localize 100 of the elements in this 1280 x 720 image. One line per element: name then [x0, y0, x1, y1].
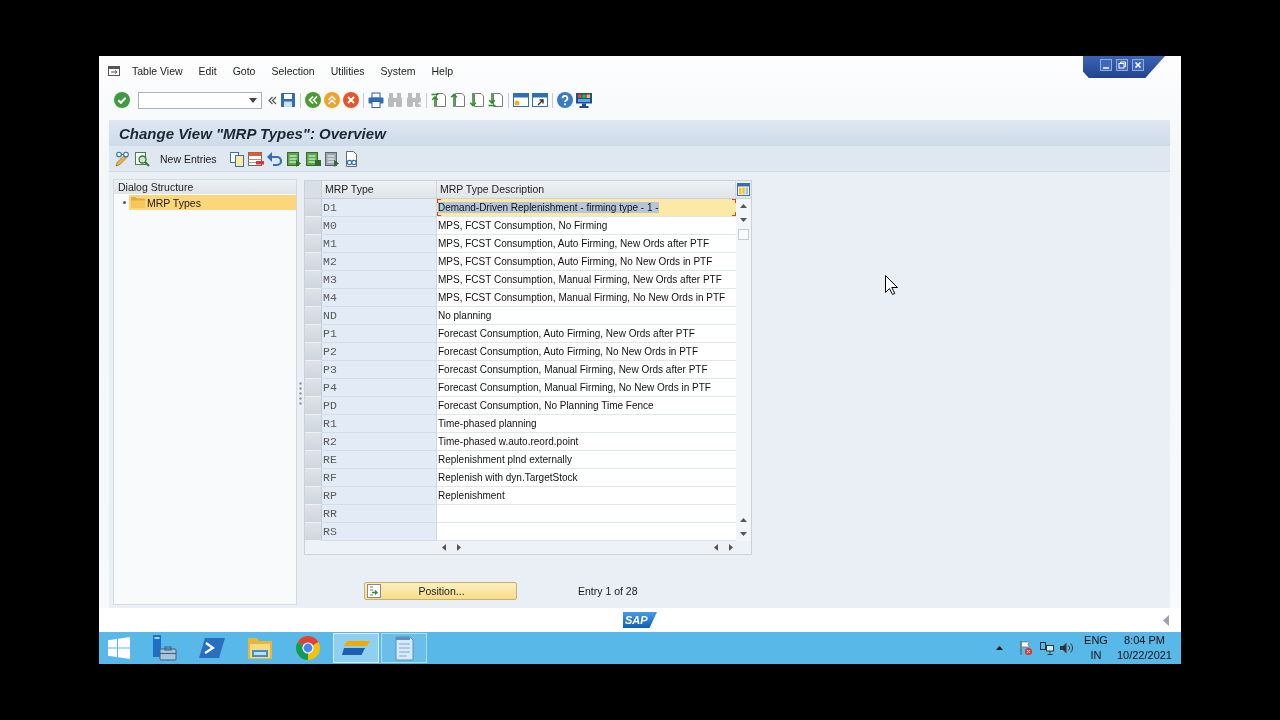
double-chevron-icon[interactable] — [268, 95, 277, 105]
description-field[interactable]: Demand-Driven Replenishment - firming type - 1 - — [437, 199, 736, 217]
page-title: Change View "MRP Types": Overview — [119, 124, 386, 142]
printer-icon[interactable] — [368, 92, 384, 108]
column-header[interactable]: MRP Type Description — [437, 181, 736, 199]
sap-logo: SAP — [623, 612, 657, 628]
table-cell: ND — [322, 307, 437, 325]
toolbar-button[interactable]: New Entries — [157, 150, 220, 167]
browser-icon — [296, 636, 320, 660]
copy-icon[interactable] — [228, 150, 245, 167]
undo-icon[interactable] — [266, 150, 283, 167]
table-cell: P2 — [322, 343, 437, 361]
scroll-left-icon[interactable] — [442, 544, 446, 551]
column-header[interactable]: MRP Type — [322, 181, 437, 199]
taskbar-button[interactable] — [333, 633, 379, 663]
description-field[interactable]: Forecast Consumption, No Planning Time Fence — [437, 397, 736, 415]
menu-item[interactable]: Table View — [132, 65, 183, 77]
notepad-icon — [393, 635, 415, 661]
grip-icon[interactable] — [299, 382, 302, 405]
select-block-icon[interactable] — [304, 150, 321, 167]
scrollbar-thumb[interactable] — [738, 229, 749, 240]
checkmark-icon[interactable] — [114, 92, 130, 108]
stripes-logo-icon — [342, 641, 370, 655]
close-icon[interactable] — [1132, 59, 1144, 71]
taskbar-button[interactable] — [381, 633, 427, 663]
panel-header: Dialog Structure — [114, 180, 296, 194]
x-circle-icon[interactable] — [343, 92, 359, 108]
help-icon[interactable] — [557, 92, 573, 108]
description-field[interactable]: Forecast Consumption, Manual Firming, New Ords after PTF — [437, 361, 736, 379]
scroll-down-icon[interactable] — [740, 532, 747, 536]
scroll-up-icon[interactable] — [740, 204, 747, 208]
restore-icon[interactable] — [1116, 59, 1128, 71]
entry-count: Entry 1 of 28 — [578, 585, 638, 597]
position-button[interactable]: Position... — [364, 582, 517, 600]
start-icon[interactable] — [108, 637, 130, 659]
clock-date[interactable]: 10/22/2021 — [1116, 648, 1172, 663]
description-field[interactable]: Forecast Consumption, Auto Firming, No New Ords in PTF — [437, 343, 736, 361]
scroll-down-icon[interactable] — [740, 218, 747, 222]
clock-time[interactable]: 8:04 PM — [1124, 633, 1165, 648]
flag-icon[interactable] — [1020, 641, 1033, 655]
command-field[interactable] — [138, 91, 262, 109]
up-caret-icon[interactable] — [996, 646, 1004, 650]
deselect-icon[interactable] — [323, 150, 340, 167]
minimize-icon[interactable] — [1100, 59, 1112, 71]
description-field[interactable]: MPS, FCST Consumption, Auto Firming, No New Ords in PTF — [437, 253, 736, 271]
scroll-up-icon[interactable] — [740, 518, 747, 522]
table-cell: PD — [322, 397, 437, 415]
delete-row-icon[interactable] — [247, 150, 264, 167]
description-field[interactable]: Replenish with dyn.TargetStock — [437, 469, 736, 487]
description-field[interactable]: Replenishment plnd externally — [437, 451, 736, 469]
double-left-chevron-icon[interactable] — [305, 92, 321, 108]
table-cell: RE — [322, 451, 437, 469]
description-field[interactable]: Forecast Consumption, Manual Firming, No New Ords in PTF — [437, 379, 736, 397]
window-menu-icon[interactable] — [108, 66, 120, 76]
bullet-icon — [123, 201, 126, 204]
dropdown-caret-icon[interactable] — [249, 97, 257, 103]
description-field[interactable]: Time-phased planning — [437, 415, 736, 433]
language-label[interactable]: ENG — [1084, 633, 1108, 648]
description-field[interactable] — [437, 505, 736, 523]
region-label[interactable]: IN — [1090, 648, 1102, 663]
description-field[interactable]: MPS, FCST Consumption, Manual Firming, New Ords after PTF — [437, 271, 736, 289]
table-columns-icon[interactable] — [737, 183, 750, 196]
description-field[interactable]: Time-phased w.auto.reord.point — [437, 433, 736, 451]
speaker-icon[interactable] — [1060, 642, 1075, 654]
pencil-glasses-icon[interactable] — [115, 150, 131, 167]
description-field[interactable]: Replenishment — [437, 487, 736, 505]
last-page-icon[interactable] — [488, 92, 504, 108]
scroll-left-icon[interactable] — [714, 544, 718, 551]
table-cell: D1 — [322, 199, 437, 217]
folder-icon — [131, 197, 145, 208]
menu-item[interactable]: Edit — [198, 65, 217, 77]
description-field[interactable]: No planning — [437, 307, 736, 325]
menu-item[interactable]: Utilities — [330, 65, 365, 77]
mouse-pointer-icon — [885, 275, 898, 295]
document-magnifier-icon[interactable] — [134, 150, 150, 167]
table-cell: R1 — [322, 415, 437, 433]
description-field[interactable]: MPS, FCST Consumption, Auto Firming, New Ords after PTF — [437, 235, 736, 253]
tree-item[interactable]: MRP Types — [129, 195, 296, 210]
previous-page-icon[interactable] — [450, 92, 466, 108]
description-field[interactable]: MPS, FCST Consumption, Manual Firming, No New Ords in PTF — [437, 289, 736, 307]
next-page-icon[interactable] — [469, 92, 485, 108]
table-cell: M0 — [322, 217, 437, 235]
menu-item[interactable]: Help — [431, 65, 454, 77]
scroll-right-icon[interactable] — [729, 544, 733, 551]
description-field[interactable]: MPS, FCST Consumption, No Firming — [437, 217, 736, 235]
menu-item[interactable]: System — [380, 65, 416, 77]
menu-item[interactable]: Goto — [232, 65, 256, 77]
menu-item[interactable]: Selection — [271, 65, 315, 77]
scroll-right-icon[interactable] — [457, 544, 461, 551]
table-cell: M1 — [322, 235, 437, 253]
select-all-icon[interactable] — [285, 150, 302, 167]
network-icon[interactable] — [1040, 641, 1055, 655]
table-cell: M3 — [322, 271, 437, 289]
first-page-icon[interactable] — [431, 92, 447, 108]
description-field[interactable]: Forecast Consumption, Auto Firming, New Ords after PTF — [437, 325, 736, 343]
table-cell: RF — [322, 469, 437, 487]
monitor-icon[interactable] — [576, 92, 592, 108]
description-field[interactable] — [437, 523, 736, 541]
left-triangle-icon[interactable] — [1163, 614, 1169, 626]
new-window-icon[interactable] — [513, 92, 529, 108]
